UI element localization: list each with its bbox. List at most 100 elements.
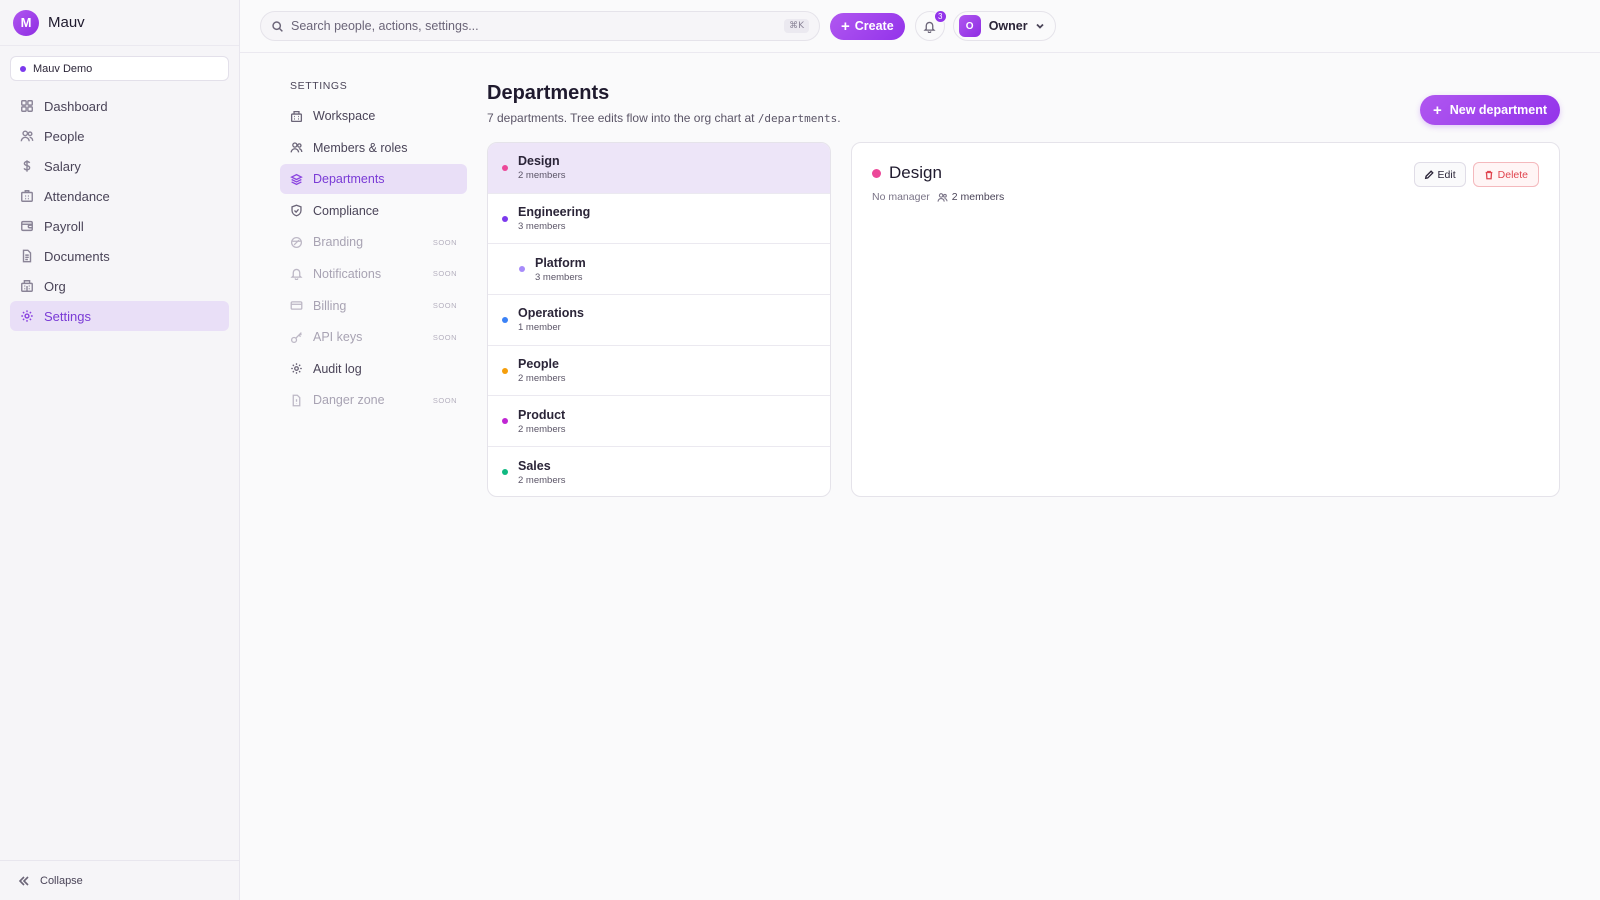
sidebar-item-people[interactable]: People (10, 121, 229, 151)
sidebar-item-settings[interactable]: Settings (10, 301, 229, 331)
sidebar-item-label: Attendance (44, 188, 110, 204)
page-subtitle: 7 departments. Tree edits flow into the … (487, 111, 841, 125)
sidebar-item-label: Payroll (44, 218, 84, 234)
brand-logo: M (13, 9, 39, 36)
avatar: O (958, 15, 981, 37)
detail-manager: No manager (872, 191, 930, 203)
department-row-people[interactable]: People 2 members (488, 346, 830, 397)
department-count: 2 members (518, 373, 566, 385)
topbar: ⌘K + Create 3 O Owner (240, 0, 1600, 53)
department-name: Engineering (518, 205, 591, 220)
subtitle-path: /departments (757, 112, 838, 125)
department-row-operations[interactable]: Operations 1 member (488, 295, 830, 346)
department-row-design[interactable]: Design 2 members (488, 143, 830, 194)
users-icon (290, 142, 303, 153)
department-detail: Design No manager 2 members Edit Delete (851, 142, 1560, 497)
department-name: Platform (535, 255, 586, 270)
detail-color-dot (872, 168, 881, 178)
credit-card-icon (290, 301, 303, 310)
workspace-switcher[interactable]: Mauv Demo (10, 56, 229, 81)
chevron-down-icon (1035, 23, 1044, 29)
settings-item-members[interactable]: Members & roles (280, 133, 467, 163)
key-icon (290, 331, 302, 343)
sidebar-item-documents[interactable]: Documents (10, 241, 229, 271)
sidebar-item-label: Dashboard (44, 98, 108, 114)
delete-label: Delete (1497, 168, 1528, 181)
content: SETTINGS Workspace Members & roles Depar… (240, 53, 1600, 900)
sidebar-item-salary[interactable]: Salary (10, 151, 229, 181)
create-button[interactable]: + Create (830, 12, 905, 40)
plus-icon: + (1432, 101, 1442, 119)
search-bar[interactable]: ⌘K (260, 11, 820, 41)
sidebar-item-payroll[interactable]: Payroll (10, 211, 229, 241)
sidebar-item-label: Documents (44, 248, 110, 264)
page-title: Departments (487, 82, 610, 104)
department-name: Operations (518, 306, 584, 321)
settings-item-label: Branding (313, 235, 364, 250)
settings-item-departments[interactable]: Departments (280, 164, 467, 195)
delete-button[interactable]: Delete (1472, 162, 1539, 187)
sidebar: M Mauv Mauv Demo Dashboard People Salary… (0, 0, 240, 900)
department-color-dot (502, 164, 508, 171)
settings-item-workspace[interactable]: Workspace (280, 101, 467, 131)
department-color-dot (502, 469, 508, 476)
department-row-product[interactable]: Product 2 members (488, 396, 830, 448)
edit-button[interactable]: Edit (1413, 162, 1466, 187)
settings-item-label: Audit log (313, 361, 362, 376)
workspace-name: Mauv Demo (33, 62, 93, 75)
subtitle-suffix: . (837, 111, 841, 125)
notification-badge: 3 (933, 10, 947, 23)
detail-name: Design (889, 163, 942, 182)
settings-item-branding: Branding SOON (280, 227, 467, 257)
settings-item-label: Compliance (313, 203, 380, 218)
settings-nav: SETTINGS Workspace Members & roles Depar… (280, 78, 467, 900)
sidebar-item-label: Org (44, 278, 66, 294)
department-name: Design (518, 154, 560, 169)
settings-item-audit-log[interactable]: Audit log (280, 354, 467, 384)
chevrons-left-icon (18, 875, 29, 886)
plus-icon: + (841, 17, 850, 35)
pencil-icon (1424, 169, 1434, 179)
file-alert-icon (292, 394, 301, 407)
department-count: 2 members (518, 423, 566, 435)
new-department-label: New department (1449, 103, 1547, 117)
settings-item-label: Workspace (313, 109, 376, 123)
sidebar-item-org[interactable]: Org (10, 271, 229, 301)
notifications-button[interactable]: 3 (914, 10, 947, 41)
subtitle-text: 7 departments. Tree edits flow into the … (487, 111, 758, 125)
document-icon (22, 249, 32, 263)
new-department-button[interactable]: + New department (1419, 95, 1560, 125)
department-row-engineering[interactable]: Engineering 3 members (488, 194, 830, 245)
department-color-dot (502, 367, 508, 374)
wallet-icon (21, 220, 33, 232)
soon-badge: SOON (432, 395, 457, 405)
sidebar-item-dashboard[interactable]: Dashboard (10, 91, 229, 121)
department-row-sales[interactable]: Sales 2 members (488, 447, 830, 496)
department-row-platform[interactable]: Platform 3 members (488, 244, 830, 296)
department-count: 3 members (535, 271, 583, 283)
department-count: 2 members (518, 170, 566, 182)
users-icon (937, 192, 948, 202)
brand-name: Mauv (48, 14, 85, 31)
departments-section: Departments 7 departments. Tree edits fl… (487, 78, 1560, 900)
settings-item-billing: Billing SOON (280, 291, 467, 321)
soon-badge: SOON (432, 269, 457, 279)
palette-icon (290, 236, 303, 248)
search-input[interactable] (291, 19, 785, 33)
gear-icon (21, 310, 33, 322)
detail-actions: Edit Delete (1413, 162, 1539, 187)
grid-icon (21, 100, 33, 112)
org-icon (21, 280, 33, 292)
settings-item-compliance[interactable]: Compliance (280, 196, 467, 226)
edit-label: Edit (1437, 168, 1456, 181)
detail-members: 2 members (951, 191, 1005, 203)
department-name: People (518, 357, 559, 372)
layers-icon (290, 173, 303, 185)
sidebar-item-label: Settings (44, 308, 91, 324)
user-menu[interactable]: O Owner (952, 11, 1056, 41)
sidebar-item-attendance[interactable]: Attendance (10, 181, 229, 211)
settings-item-danger-zone: Danger zone SOON (280, 385, 467, 415)
bell-icon (923, 21, 936, 33)
department-list: Design 2 members Engineering 3 members Pla… (487, 142, 831, 497)
collapse-button[interactable]: Collapse (0, 860, 239, 900)
